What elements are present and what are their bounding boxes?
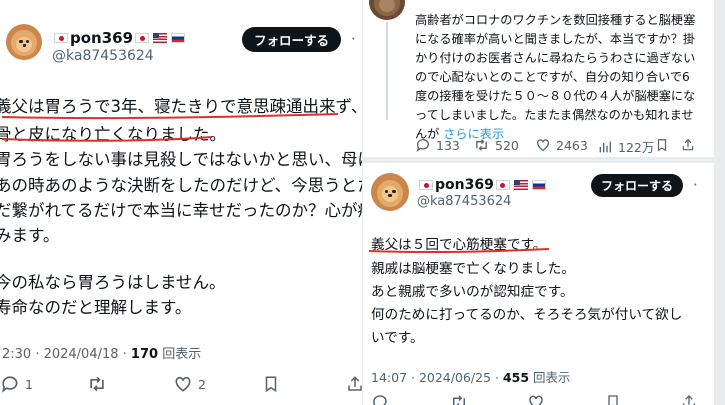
japan-flag-icon: [135, 33, 150, 43]
heart-icon: [529, 395, 543, 405]
bookmark-button[interactable]: [262, 374, 280, 394]
share-icon: [683, 395, 695, 405]
repost-button[interactable]: [449, 393, 469, 405]
views-count: 455: [502, 370, 530, 385]
right-top-post-card[interactable]: 高齢者がコロナのワクチンを数回接種すると脳梗塞 になる確率が高いと聞きましたが、…: [362, 0, 714, 157]
japan-flag-icon: [54, 33, 68, 43]
bookmark-icon: [657, 139, 667, 152]
thread-line: [386, 22, 388, 120]
views-chart-icon: [599, 141, 611, 152]
reply-icon: [373, 395, 387, 405]
like-button[interactable]: 2463: [535, 137, 588, 153]
repost-icon: [476, 139, 487, 151]
more-icon[interactable]: ·: [351, 30, 357, 48]
post-text-line: 何のために打ってるのか、そろそろ気が付いて欲し: [371, 307, 683, 323]
display-name[interactable]: pon369: [52, 29, 187, 47]
reply-button[interactable]: 1: [0, 374, 33, 394]
repost-icon: [453, 395, 465, 405]
follow-button[interactable]: フォローする: [591, 174, 683, 197]
reply-icon: [416, 139, 429, 152]
like-button[interactable]: [527, 393, 545, 405]
reply-button[interactable]: [371, 393, 389, 405]
post-text-line: 今の私なら胃ろうはしません。: [0, 273, 226, 292]
repost-icon: [90, 376, 104, 392]
reply-icon: [1, 376, 18, 393]
avatar[interactable]: [369, 0, 405, 20]
post-timestamp[interactable]: 2:30 · 2024/04/18 · 170 回表示: [2, 343, 201, 362]
us-flag-icon: [153, 33, 168, 43]
views-label: 回表示: [529, 370, 571, 385]
like-count: 2463: [556, 137, 588, 153]
repost-count: 520: [495, 137, 519, 153]
post-text-line: かり付けのお医者さんに尋ねたらうわさに過ぎない: [415, 51, 696, 65]
post-text-line: 親戚は脳梗塞で亡くなりました。: [371, 261, 575, 277]
us-flag-icon: [513, 180, 528, 190]
post-text-line: ので心配ないとのことですが、自分の知り合いで6: [415, 70, 690, 84]
follow-button[interactable]: フォローする: [242, 27, 341, 52]
post-text-line: になる確率が高いと聞きましたが、本当ですか？掛: [415, 32, 696, 46]
display-name[interactable]: pon369: [417, 177, 548, 193]
display-name-text: pon369: [70, 29, 134, 47]
avatar[interactable]: [371, 173, 409, 211]
post-timestamp[interactable]: 14:07 · 2024/06/25 · 455 回表示: [371, 367, 571, 386]
handle[interactable]: @ka87453624: [52, 48, 154, 64]
heart-icon: [175, 376, 191, 392]
post-text-line: あと親戚で多いのが認知症です。: [371, 284, 574, 300]
japan-flag-icon: [495, 180, 510, 190]
views-button[interactable]: 122万: [597, 137, 654, 156]
bookmark-icon: [608, 395, 618, 405]
display-name-text: pon369: [435, 177, 494, 193]
like-button[interactable]: 2: [173, 374, 206, 394]
more-icon[interactable]: ·: [693, 176, 699, 194]
right-bottom-post-card[interactable]: pon369 @ka87453624 フォローする · 義父は５回で心筋梗塞です…: [362, 163, 714, 405]
handle[interactable]: @ka87453624: [417, 194, 511, 209]
reply-count: 133: [436, 137, 460, 153]
post-text-line: 胃ろうをしない事は見殺しではないかと思い、母は: [0, 150, 362, 169]
repost-button[interactable]: [86, 374, 108, 394]
share-button[interactable]: [346, 374, 362, 394]
post-text-line: あの時あのような決断をしたのだけど、今思うとた: [0, 176, 362, 195]
views-count: 170: [130, 347, 159, 362]
post-text-line: 高齢者がコロナのワクチンを数回接種すると脳梗塞: [415, 13, 696, 27]
timestamp-text: 14:07 · 2024/06/25 ·: [371, 370, 503, 385]
left-post-card[interactable]: pon369 @ka87453624 フォローする · 義父は胃ろうで3年、寝た…: [0, 0, 362, 405]
avatar[interactable]: [6, 24, 42, 60]
views-count: 122万: [618, 140, 655, 155]
post-text-line: 寿命なのだと理解します。: [0, 298, 192, 317]
post-text-line-last: んが さらに表示: [415, 114, 504, 141]
share-button[interactable]: [681, 137, 695, 153]
share-icon: [682, 138, 694, 151]
share-icon: [348, 376, 362, 391]
reply-button[interactable]: 133: [415, 137, 460, 153]
bookmark-button[interactable]: [655, 137, 669, 153]
red-underline-annotation: [368, 248, 550, 254]
bookmark-button[interactable]: [605, 393, 621, 405]
japan-flag-icon: [419, 180, 433, 190]
russia-flag-icon: [171, 33, 186, 43]
red-underline-annotation: [1, 113, 339, 142]
views-label: 回表示: [158, 347, 202, 362]
share-button[interactable]: [681, 393, 697, 405]
post-text-line: いです。: [371, 330, 424, 346]
like-count: 2: [198, 376, 206, 392]
post-text-line: みます。: [0, 226, 60, 245]
repost-button[interactable]: 520: [473, 137, 519, 153]
bookmark-icon: [265, 376, 277, 393]
timestamp-text: 2:30 · 2024/04/18 ·: [2, 347, 131, 362]
post-text-line: だ繋がれてるだけで本当に幸せだったのか？心が痛: [0, 201, 362, 220]
post-text-line: 度の接種を受けた５０〜８０代の４人が脳梗塞にな: [415, 89, 696, 103]
russia-flag-icon: [531, 180, 546, 190]
reply-count: 1: [25, 376, 33, 392]
heart-icon: [537, 139, 549, 152]
